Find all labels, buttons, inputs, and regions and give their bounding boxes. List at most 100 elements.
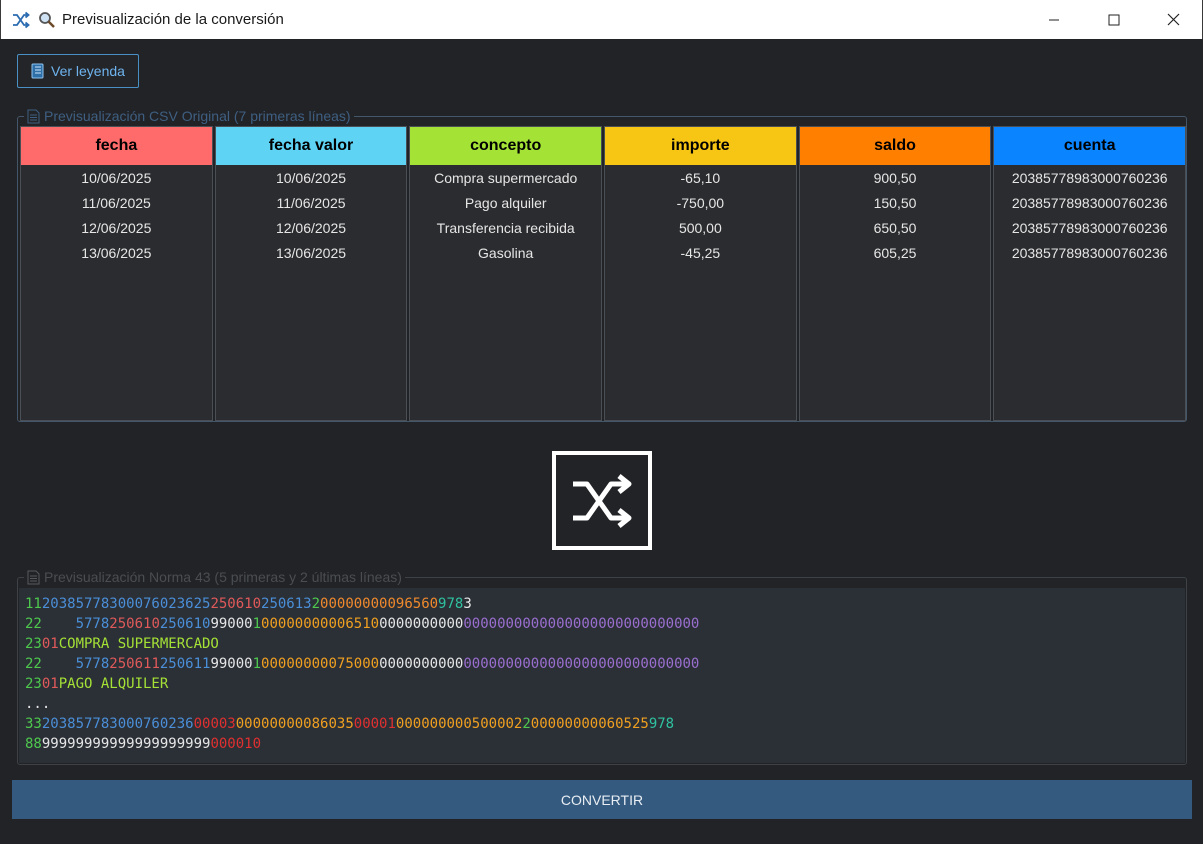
norma43-field: 22: [25, 656, 42, 672]
norma43-field: 01: [41, 636, 59, 652]
csv-cell: 11/06/2025: [276, 194, 346, 211]
csv-cell: Pago alquiler: [464, 194, 547, 211]
minimize-icon: [1049, 19, 1059, 20]
norma43-field: 0000000008603: [235, 716, 346, 732]
csv-cell: 12/06/2025: [275, 219, 347, 236]
view-legend-label: Ver leyenda: [51, 63, 125, 79]
norma43-field: 250611: [159, 656, 211, 672]
csv-cell: Gasolina: [478, 244, 534, 261]
norma43-line: 8899999999999999999999000010: [25, 734, 1179, 754]
csv-column-header[interactable]: concepto: [410, 127, 602, 165]
csv-column-header[interactable]: saldo: [799, 127, 991, 165]
norma43-field: 000000000500002: [395, 716, 523, 732]
norma43-text-area[interactable]: 1120385778300076023625250610250613200000…: [19, 588, 1185, 763]
norma43-field: ...: [25, 696, 51, 712]
csv-cell: 500,00: [678, 219, 722, 236]
norma43-field: 99000: [210, 616, 253, 632]
norma43-preview-title: Previsualización Norma 43 (5 primeras y …: [24, 569, 405, 585]
norma43-field: 0: [370, 616, 380, 632]
csv-cell: 20385778983000760236: [1011, 169, 1168, 186]
maximize-icon: [1108, 14, 1120, 25]
norma43-field: 1: [252, 616, 262, 632]
norma43-field: 250611: [109, 656, 160, 672]
norma43-field: 99999999999999999999: [41, 736, 211, 752]
csv-cell: 13/06/2025: [275, 244, 347, 261]
norma43-field: 5778: [75, 616, 110, 632]
notebook-icon: [31, 63, 44, 79]
norma43-preview-title-text: Previsualización Norma 43 (5 primeras y …: [44, 569, 402, 585]
norma43-field: 60: [421, 596, 439, 612]
norma43-field: [42, 616, 76, 632]
norma43-field: 250613: [261, 596, 312, 612]
window-title: Previsualización de la conversión: [62, 11, 284, 28]
convert-shuffle-box: [552, 451, 652, 550]
csv-column: importe -65,10 -750,00 500,00 -45,25: [604, 126, 797, 421]
csv-table: fecha 10/06/2025 11/06/2025 12/06/2025 13/06…: [20, 126, 1187, 421]
norma43-line: 1120385778300076023625250610250613200000…: [25, 594, 1179, 614]
norma43-field: 2: [522, 716, 531, 732]
norma43-field: 88: [25, 736, 42, 752]
csv-cell: -65,10: [680, 169, 721, 186]
norma43-field: 01: [41, 676, 59, 692]
csv-column-header[interactable]: importe: [605, 127, 796, 165]
norma43-field: 978: [648, 716, 675, 732]
minimize-button[interactable]: [1025, 0, 1083, 39]
norma43-line: ...: [25, 694, 1179, 714]
norma43-preview-group: Previsualización Norma 43 (5 primeras y …: [17, 569, 1187, 765]
norma43-field: 2: [311, 596, 321, 612]
csv-column: saldo 900,50 150,50 650,50 605,25: [798, 126, 992, 421]
norma43-field: PAGO ALQUILER: [58, 676, 169, 692]
norma43-line: 22 5778250610250610990001000000000065100…: [25, 614, 1179, 634]
norma43-field: 1: [252, 656, 262, 672]
view-legend-button[interactable]: Ver leyenda: [17, 54, 139, 88]
csv-column-header[interactable]: fecha: [21, 127, 212, 165]
convert-button[interactable]: CONVERTIR: [12, 780, 1192, 819]
norma43-field: 3: [463, 596, 472, 612]
norma43-field: 250610: [159, 616, 211, 632]
csv-cell: 150,50: [873, 194, 917, 211]
norma43-field: 20385778300076023625: [41, 596, 211, 612]
csv-cell: 605,25: [873, 244, 917, 261]
csv-column: cuenta 20385778983000760236 20385778983000…: [993, 126, 1187, 421]
norma43-field: 10: [244, 596, 262, 612]
shuffle-icon: [13, 11, 30, 29]
shuffle-icon: [573, 473, 632, 528]
norma43-field: 250610: [109, 616, 160, 632]
norma43-field: 23: [25, 636, 42, 652]
norma43-field: [42, 656, 76, 672]
norma43-field: 0000000007500: [261, 656, 371, 672]
norma43-field: 0000000000000000000000000000: [463, 656, 700, 672]
norma43-field: 5: [640, 716, 649, 732]
document-icon: [27, 570, 40, 584]
csv-cell: 20385778983000760236: [1011, 194, 1168, 211]
norma43-field: 5: [345, 716, 354, 732]
norma43-field: 20385778300076023: [41, 716, 186, 732]
csv-cell: -750,00: [676, 194, 725, 211]
csv-column-header[interactable]: cuenta: [994, 127, 1186, 165]
csv-column: concepto Compra supermercado Pago alquiler…: [409, 126, 603, 421]
csv-cell: 11/06/2025: [81, 194, 151, 211]
norma43-field: 0000000000651: [261, 616, 371, 632]
csv-cell: 20385778983000760236: [1011, 244, 1168, 261]
csv-cell: 10/06/2025: [81, 169, 152, 186]
norma43-field: COMPRA SUPERMERCADO: [58, 636, 219, 652]
norma43-field: 0000000000: [379, 656, 464, 672]
csv-cell: 10/06/2025: [275, 169, 347, 186]
norma43-field: 23: [25, 676, 42, 692]
csv-cell: 12/06/2025: [81, 219, 152, 236]
csv-cell: 650,50: [873, 219, 917, 236]
csv-column-header[interactable]: fecha valor: [215, 127, 407, 165]
norma43-field: 978: [438, 596, 464, 612]
norma43-field: 6: [185, 716, 194, 732]
csv-cell: 13/06/2025: [81, 244, 152, 261]
close-button[interactable]: [1144, 0, 1202, 39]
title-bar: Previsualización de la conversión: [0, 0, 1203, 39]
csv-cell: Transferencia recibida: [436, 219, 575, 236]
norma43-field: 22: [25, 616, 42, 632]
norma43-field: 0: [370, 656, 380, 672]
norma43-field: 000010: [210, 736, 262, 752]
magnifier-icon: [39, 12, 55, 28]
maximize-button[interactable]: [1085, 0, 1143, 39]
csv-preview-title: Previsualización CSV Original (7 primera…: [24, 108, 354, 124]
norma43-field: 5778: [75, 656, 110, 672]
